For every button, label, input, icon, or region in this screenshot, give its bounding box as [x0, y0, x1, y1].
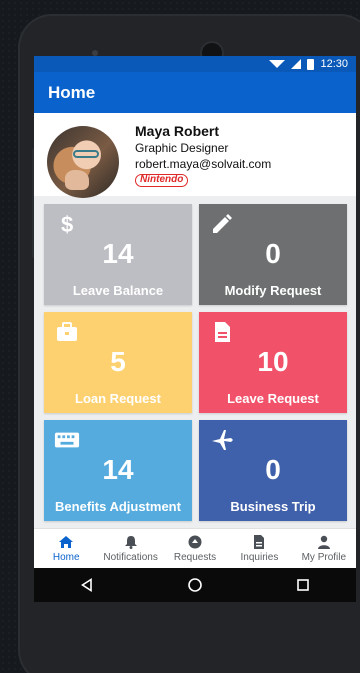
- signal-icon: [291, 59, 302, 69]
- nav-home[interactable]: Home: [34, 529, 98, 568]
- nav-label: Requests: [173, 551, 217, 563]
- briefcase-icon: [57, 322, 77, 341]
- nav-inquiries[interactable]: Inquiries: [227, 529, 291, 568]
- tile-value: 14: [102, 454, 134, 485]
- profile-role: Graphic Designer: [135, 141, 229, 155]
- tile-value: 0: [265, 454, 281, 485]
- person-icon: [317, 535, 330, 549]
- dashboard-grid: $ 14 Leave Balance 0 Modify Request 5 Lo…: [44, 204, 347, 521]
- system-navigation-bar: [34, 568, 356, 602]
- nav-requests[interactable]: Requests: [163, 529, 227, 568]
- document-icon: [215, 322, 230, 342]
- keyboard-icon: [54, 432, 80, 448]
- avatar-hand: [65, 170, 89, 190]
- nav-my-profile[interactable]: My Profile: [292, 529, 356, 568]
- profile-name: Maya Robert: [135, 123, 220, 139]
- tile-benefits-adjustment[interactable]: 14 Benefits Adjustment: [44, 420, 192, 521]
- profile-card[interactable]: Maya Robert Graphic Designer robert.maya…: [34, 113, 356, 198]
- requests-icon: [188, 535, 202, 548]
- tile-leave-request[interactable]: 10 Leave Request: [199, 312, 347, 413]
- bottom-navigation: Home Notifications Requests Inquiries My…: [34, 528, 356, 568]
- home-icon: [59, 535, 74, 548]
- tile-label: Leave Request: [227, 391, 319, 406]
- tile-label: Benefits Adjustment: [55, 499, 181, 514]
- tile-label: Modify Request: [224, 283, 322, 298]
- nav-label: My Profile: [301, 551, 347, 563]
- bell-icon: [124, 535, 137, 549]
- svg-text:$: $: [61, 212, 73, 236]
- tile-leave-balance[interactable]: $ 14 Leave Balance: [44, 204, 192, 305]
- phone-screen: 12:30 Home Maya Robert Graphic Designer …: [34, 56, 356, 602]
- company-badge: Nintendo: [135, 174, 189, 187]
- tile-label: Leave Balance: [72, 283, 164, 298]
- nav-notifications[interactable]: Notifications: [98, 529, 162, 568]
- battery-icon: [307, 58, 315, 70]
- avatar: [47, 126, 119, 198]
- nav-label: Notifications: [103, 551, 158, 563]
- avatar-glasses: [73, 150, 99, 158]
- back-icon[interactable]: [80, 578, 94, 592]
- dollar-icon: $: [61, 212, 73, 236]
- tile-modify-request[interactable]: 0 Modify Request: [199, 204, 347, 305]
- tile-business-trip[interactable]: 0 Business Trip: [199, 420, 347, 521]
- tile-label: Loan Request: [75, 391, 161, 406]
- tile-value: 5: [110, 346, 126, 377]
- app-bar: Home: [34, 72, 356, 113]
- pencil-icon: [213, 214, 232, 233]
- airplane-icon: [212, 430, 233, 450]
- tile-loan-request[interactable]: 5 Loan Request: [44, 312, 192, 413]
- tile-label: Business Trip: [230, 499, 316, 514]
- page-title: Home: [48, 82, 96, 102]
- profile-email: robert.maya@solvait.com: [135, 157, 272, 171]
- status-bar: 12:30: [34, 56, 356, 72]
- home-circle-icon[interactable]: [187, 577, 203, 593]
- nav-label: Inquiries: [240, 551, 279, 563]
- status-time: 12:30: [320, 58, 348, 70]
- tile-value: 10: [257, 346, 289, 377]
- nav-label: Home: [52, 551, 80, 563]
- wifi-icon: [269, 60, 286, 68]
- tile-value: 0: [265, 238, 281, 269]
- inquiries-icon: [254, 534, 265, 549]
- recents-icon[interactable]: [296, 578, 310, 592]
- tile-value: 14: [102, 238, 134, 269]
